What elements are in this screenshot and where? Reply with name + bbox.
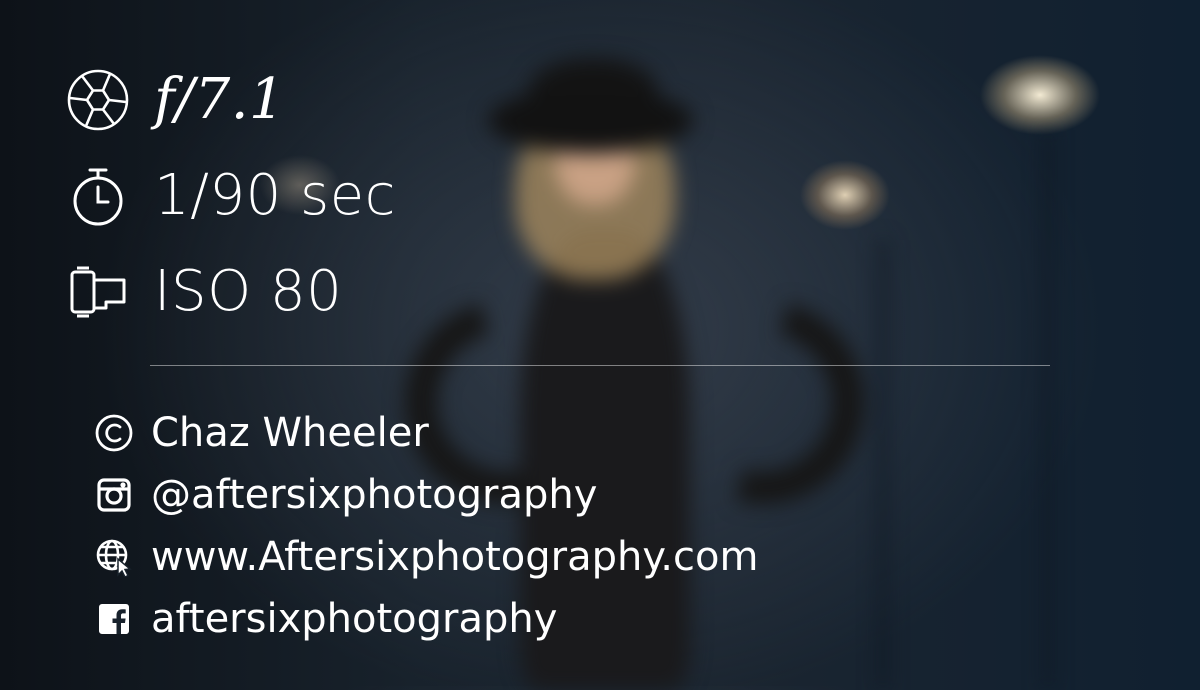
divider (150, 365, 1050, 366)
facebook-icon (92, 597, 136, 641)
stopwatch-icon (64, 162, 132, 230)
iso-row: ISO 80 (64, 244, 396, 340)
facebook-handle[interactable]: aftersixphotography (151, 599, 557, 639)
globe-cursor-icon (92, 535, 136, 579)
credits-panel: Chaz Wheeler @aftersixphotography www.Af… (92, 402, 758, 650)
instagram-row[interactable]: @aftersixphotography (92, 464, 758, 526)
copyright-text: Chaz Wheeler (151, 410, 429, 456)
instagram-icon (92, 473, 136, 517)
exif-panel: f/7.1 1/90 sec ISO 80 (64, 52, 396, 340)
aperture-icon (64, 66, 132, 134)
iso-value: ISO 80 (154, 259, 343, 324)
website-link[interactable]: www.Aftersixphotography.com (151, 537, 758, 577)
copyright-row: Chaz Wheeler (92, 402, 758, 464)
film-canister-icon (64, 258, 132, 326)
shutter-value: 1/90 sec (154, 163, 396, 228)
shutter-row: 1/90 sec (64, 148, 396, 244)
aperture-row: f/7.1 (64, 52, 396, 148)
facebook-row[interactable]: aftersixphotography (92, 588, 758, 650)
website-row[interactable]: www.Aftersixphotography.com (92, 526, 758, 588)
copyright-icon (92, 411, 136, 455)
instagram-handle[interactable]: @aftersixphotography (151, 475, 597, 515)
aperture-value: f/7.1 (154, 67, 286, 132)
